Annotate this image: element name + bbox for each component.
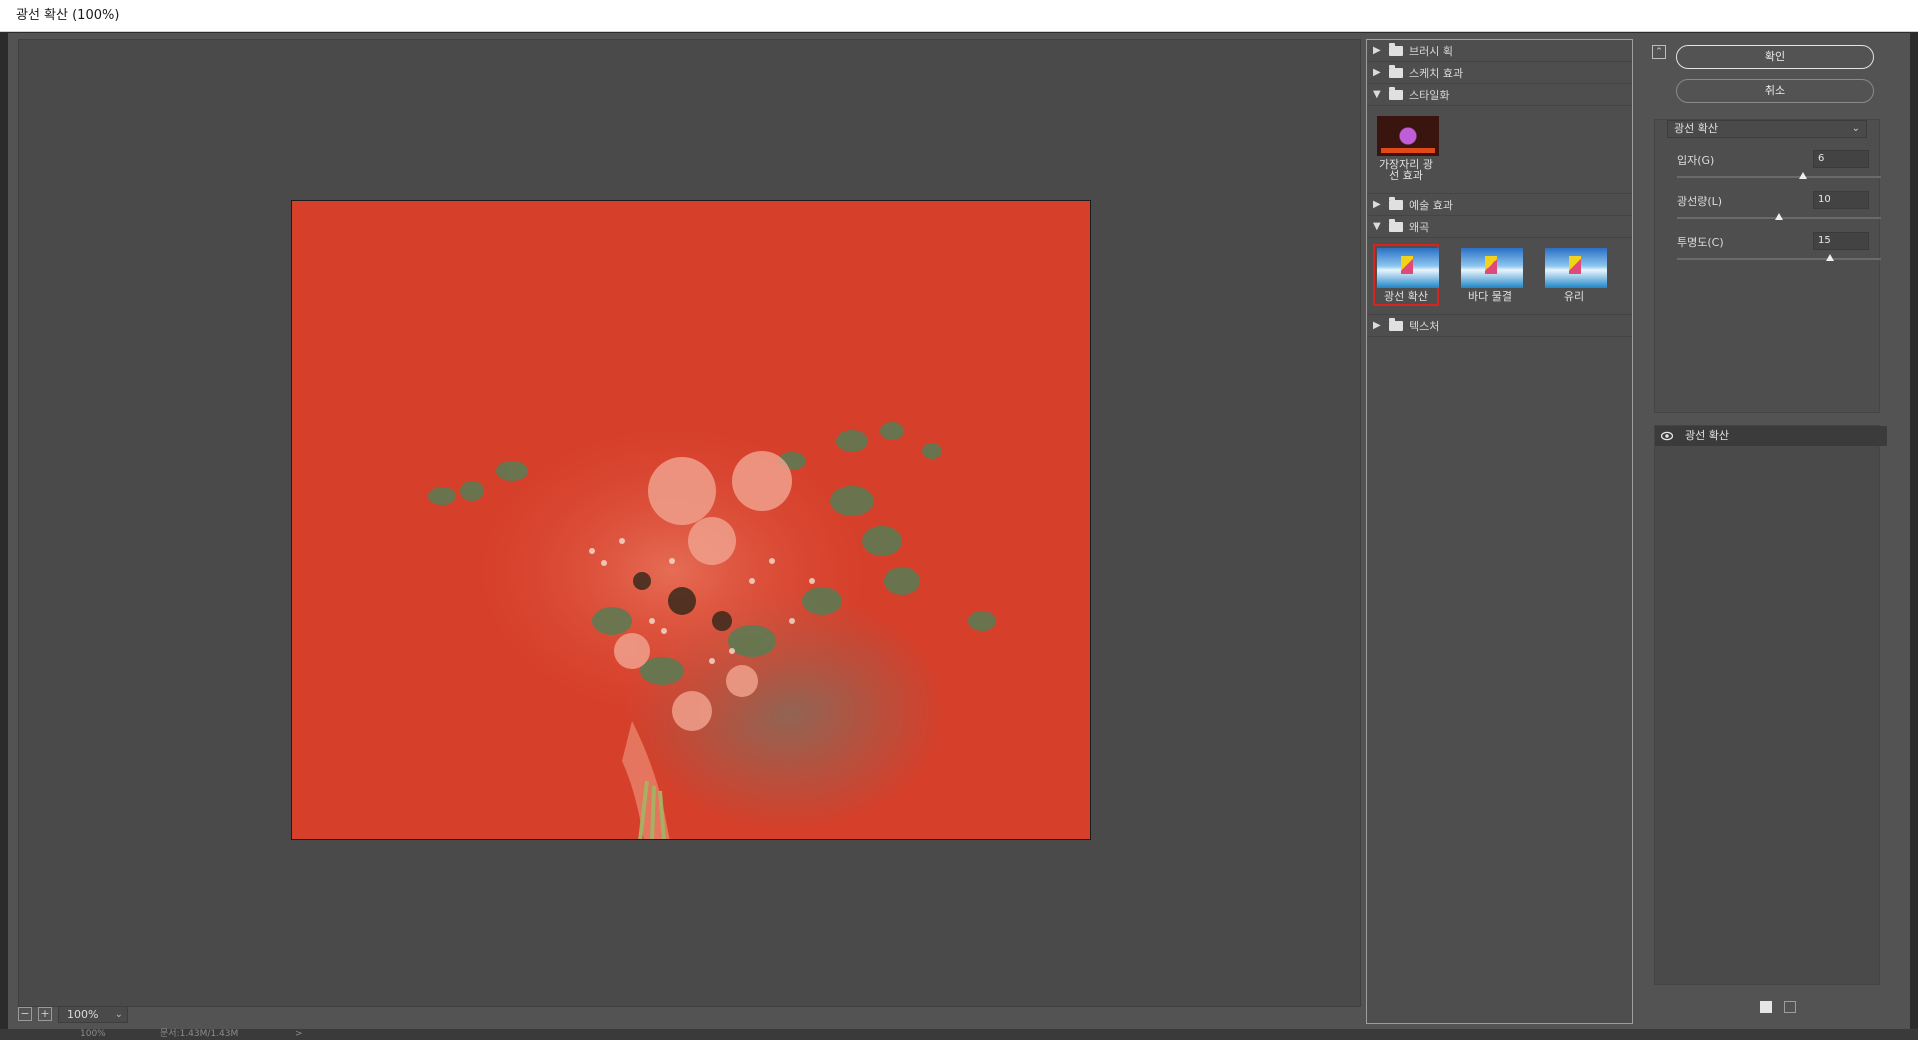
zoom-value: 100% [67, 1007, 99, 1021]
filter-thumb-glass[interactable]: 유리 [1541, 244, 1607, 306]
slider-handle[interactable] [1799, 172, 1808, 179]
param-glow-amount: 광선량(L) 10 [1677, 191, 1881, 221]
triangle-right-icon: ▶ [1373, 199, 1381, 210]
param-slider[interactable] [1677, 254, 1881, 262]
slider-handle[interactable] [1775, 213, 1783, 220]
filter-thumb-ocean-ripple[interactable]: 바다 물결 [1457, 244, 1523, 306]
filter-gallery-list[interactable]: ▶ 브러시 획 ▶ 스케치 효과 ▼ 스타일화 가장자리 광선 효과 ▶ 예술 … [1366, 39, 1633, 1024]
param-label: 입자(G) [1677, 154, 1715, 167]
slider-handle[interactable] [1826, 254, 1834, 261]
slider-track [1677, 258, 1881, 260]
folder-distort[interactable]: ▼ 왜곡 [1367, 216, 1632, 238]
filter-select[interactable]: 광선 확산 ⌄ [1667, 120, 1867, 138]
trash-icon[interactable] [1784, 1001, 1796, 1013]
folder-icon [1389, 64, 1403, 78]
folder-open-icon [1389, 86, 1403, 100]
thumb-label: 가장자리 광선 효과 [1378, 158, 1434, 182]
param-value-input[interactable]: 15 [1813, 232, 1869, 250]
triangle-right-icon: ▶ [1373, 45, 1381, 56]
cancel-button[interactable]: 취소 [1676, 79, 1874, 103]
zoom-bar: − + 100% ⌄ [18, 1003, 128, 1025]
filter-gallery-dialog: − + 100% ⌄ ▶ 브러시 획 ▶ 스케치 효과 ▼ 스타일화 가장자리 … [8, 33, 1910, 1029]
triangle-down-icon: ▼ [1373, 221, 1381, 232]
sea-thumb [1461, 248, 1523, 288]
dark-glow-thumb [1377, 116, 1439, 156]
chevron-down-icon: ⌄ [114, 1008, 123, 1020]
zoom-in-button[interactable]: + [38, 1007, 52, 1021]
effect-layers: 광선 확산 [1654, 425, 1887, 985]
folder-stylize[interactable]: ▼ 스타일화 [1367, 84, 1632, 106]
folder-open-icon [1389, 218, 1403, 232]
ok-button[interactable]: 확인 [1676, 45, 1874, 69]
zoom-out-button[interactable]: − [18, 1007, 32, 1021]
folder-label: 스케치 효과 [1409, 66, 1464, 80]
filter-thumb-glowing-edges[interactable]: 가장자리 광선 효과 [1373, 112, 1439, 185]
distort-thumbnails: 광선 확산 바다 물결 유리 [1367, 238, 1632, 315]
zoom-select[interactable]: 100% ⌄ [58, 1005, 128, 1023]
stylize-thumbnails: 가장자리 광선 효과 [1367, 106, 1632, 194]
param-clear-amount: 투명도(C) 15 [1677, 232, 1881, 262]
status-arrow: > [295, 1029, 303, 1039]
settings-panel: ⌃ 확인 취소 광선 확산 ⌄ 입자(G) 6 광선량(L) 10 투명도(C)… [1642, 33, 1906, 1029]
triangle-right-icon: ▶ [1373, 67, 1381, 78]
status-strip: 100% 문서:1.43M/1.43M > [0, 1029, 1918, 1040]
status-doc-size: 문서:1.43M/1.43M [160, 1029, 239, 1039]
sea-thumb [1545, 248, 1607, 288]
sea-thumb [1377, 248, 1439, 288]
folder-label: 텍스처 [1409, 319, 1440, 333]
folder-label: 스타일화 [1409, 88, 1450, 102]
folder-label: 예술 효과 [1409, 198, 1453, 212]
folder-sketch[interactable]: ▶ 스케치 효과 [1367, 62, 1632, 84]
preview-area[interactable] [18, 39, 1361, 1007]
folder-icon [1389, 317, 1403, 331]
layer-actions [1760, 1001, 1796, 1013]
thumb-label: 유리 [1563, 290, 1585, 303]
collapse-gallery-icon[interactable]: ⌃ [1652, 45, 1666, 59]
folder-artistic[interactable]: ▶ 예술 효과 [1367, 194, 1632, 216]
filter-gallery-app: 광선 확산 (100%) − + 100% ⌄ ▶ 브러시 획 ▶ 스케치 효과… [0, 0, 1918, 1040]
triangle-right-icon: ▶ [1373, 320, 1381, 331]
folder-label: 왜곡 [1409, 220, 1430, 234]
folder-brush-strokes[interactable]: ▶ 브러시 획 [1367, 40, 1632, 62]
new-effect-layer-icon[interactable] [1760, 1001, 1772, 1013]
status-zoom: 100% [80, 1029, 106, 1039]
param-graininess: 입자(G) 6 [1677, 150, 1881, 180]
folder-icon [1389, 196, 1403, 210]
chevron-down-icon: ⌄ [1851, 123, 1860, 134]
effect-layer-label: 광선 확산 [1685, 429, 1729, 442]
thumb-label: 광선 확산 [1384, 290, 1428, 303]
thumb-label: 바다 물결 [1468, 290, 1512, 303]
eye-icon[interactable] [1661, 431, 1673, 441]
slider-track [1677, 176, 1881, 178]
param-slider[interactable] [1677, 172, 1881, 180]
param-label: 광선량(L) [1677, 195, 1723, 208]
folder-label: 브러시 획 [1409, 44, 1453, 58]
folder-icon [1389, 42, 1403, 56]
param-label: 투명도(C) [1677, 236, 1724, 249]
filter-params: 광선 확산 ⌄ 입자(G) 6 광선량(L) 10 투명도(C) 15 [1654, 119, 1881, 413]
window-title: 광선 확산 (100%) [0, 0, 1918, 32]
triangle-down-icon: ▼ [1373, 89, 1381, 100]
preview-image [291, 200, 1091, 840]
filter-select-value: 광선 확산 [1674, 122, 1718, 135]
param-value-input[interactable]: 6 [1813, 150, 1869, 168]
param-value-input[interactable]: 10 [1813, 191, 1869, 209]
filter-thumb-diffuse-glow[interactable]: 광선 확산 [1373, 244, 1439, 306]
bouquet-illustration [428, 401, 996, 839]
folder-texture[interactable]: ▶ 텍스처 [1367, 315, 1632, 337]
param-slider[interactable] [1677, 213, 1881, 221]
effect-layer-row[interactable]: 광선 확산 [1655, 426, 1887, 446]
